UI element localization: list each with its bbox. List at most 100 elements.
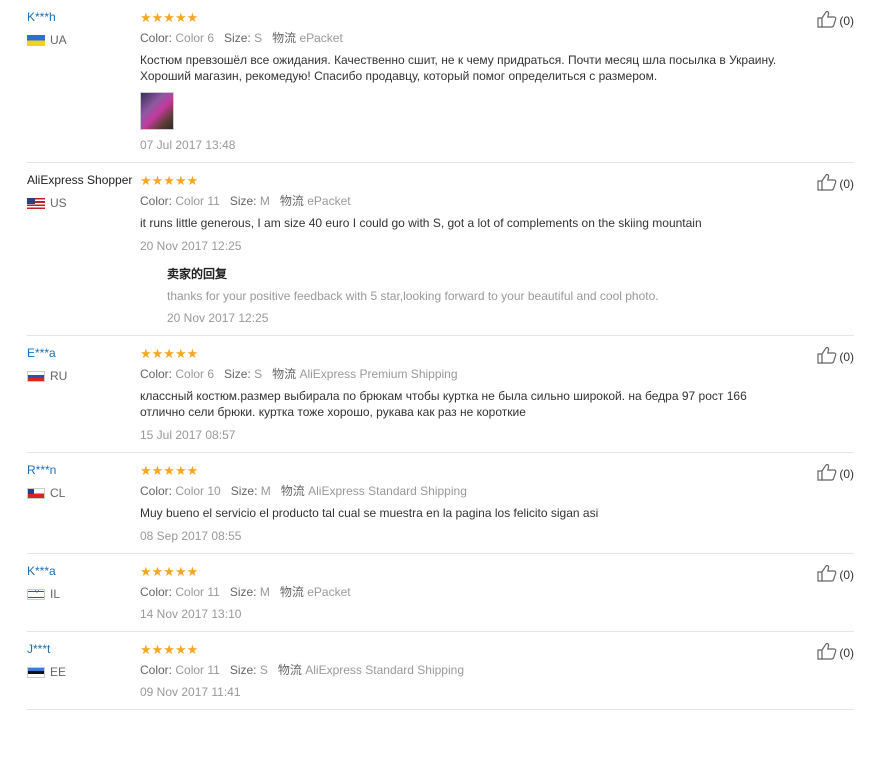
review-date: 15 Jul 2017 08:57 xyxy=(140,428,236,442)
country-flag-icon xyxy=(27,588,45,600)
order-info: Color: Color 11 Size: M 物流 ePacket xyxy=(140,194,794,208)
rating-stars: ★★★★★ xyxy=(140,346,199,361)
country-flag-icon xyxy=(27,666,45,678)
shipping-label: 物流 xyxy=(277,663,302,677)
size-label: Size: xyxy=(230,484,258,498)
reviewer-country: EE xyxy=(27,665,139,679)
shipping-label: 物流 xyxy=(279,194,304,208)
review-item: R***n CL ★★★★★ Color: Color 10 Size: M 物流 Ali… xyxy=(27,453,854,554)
reviewer-name[interactable]: R***n xyxy=(27,463,139,477)
review-date: 08 Sep 2017 08:55 xyxy=(140,529,242,543)
rating-stars: ★★★★★ xyxy=(140,463,199,478)
size-value: M xyxy=(259,194,270,208)
size-label: Size: xyxy=(224,367,251,381)
color-label: Color: xyxy=(140,367,173,381)
shipping-label: 物流 xyxy=(272,367,297,381)
color-label: Color: xyxy=(140,484,173,498)
shipping-value: ePacket xyxy=(299,31,343,45)
order-info: Color: Color 6 Size: S 物流 AliExpress Premi… xyxy=(140,367,794,381)
helpful-button[interactable]: (0) xyxy=(817,10,854,31)
color-value: Color 11 xyxy=(175,585,220,599)
country-code: IL xyxy=(50,587,61,601)
helpful-button[interactable]: (0) xyxy=(817,463,854,484)
review-text: классный костюм.размер выбирала по брюка… xyxy=(140,389,747,419)
reviewer-info: E***a RU xyxy=(27,346,139,383)
helpful-button[interactable]: (0) xyxy=(817,173,854,194)
size-label: Size: xyxy=(229,663,257,677)
shipping-value: ePacket xyxy=(307,585,351,599)
review-body: ★★★★★ Color: Color 6 Size: S 物流 ePacket Кост… xyxy=(140,0,854,162)
reviewer-country: UA xyxy=(27,33,139,47)
helpful-count: (0) xyxy=(839,466,854,481)
size-value: M xyxy=(260,484,271,498)
review-body: ★★★★★ Color: Color 11 Size: S 物流 AliExpress… xyxy=(140,632,854,709)
review-body: ★★★★★ Color: Color 11 Size: M 物流 ePacket 14 … xyxy=(140,554,854,631)
reviewer-name[interactable]: J***t xyxy=(27,642,139,656)
order-info: Color: Color 11 Size: M 物流 ePacket xyxy=(140,585,794,599)
review-item: J***t EE ★★★★★ Color: Color 11 Size: S 物流 Ali… xyxy=(27,632,854,710)
reviewer-info: AliExpress Shopper US xyxy=(27,173,139,210)
thumbs-up-icon xyxy=(817,463,839,484)
color-value: Color 6 xyxy=(175,31,215,45)
country-code: US xyxy=(50,196,67,210)
review-item: K***a IL ★★★★★ Color: Color 11 Size: M 物流 ePa… xyxy=(27,554,854,632)
review-body: ★★★★★ Color: Color 6 Size: S 物流 AliExpress … xyxy=(140,336,854,452)
shipping-label: 物流 xyxy=(279,585,304,599)
reviewer-country: CL xyxy=(27,486,139,500)
color-label: Color: xyxy=(140,585,173,599)
helpful-button[interactable]: (0) xyxy=(817,642,854,663)
rating-stars: ★★★★★ xyxy=(140,10,199,25)
reviewer-country: IL xyxy=(27,587,139,601)
helpful-button[interactable]: (0) xyxy=(817,564,854,585)
color-value: Color 6 xyxy=(175,367,215,381)
review-text: Muy bueno el servicio el producto tal cu… xyxy=(140,506,599,520)
order-info: Color: Color 10 Size: M 物流 AliExpress Stan… xyxy=(140,484,794,498)
review-date: 07 Jul 2017 13:48 xyxy=(140,138,236,152)
helpful-count: (0) xyxy=(839,176,854,191)
country-code: UA xyxy=(50,33,67,47)
review-photo[interactable] xyxy=(140,92,174,130)
shipping-value: AliExpress Standard Shipping xyxy=(308,484,467,498)
reviewer-name[interactable]: K***a xyxy=(27,564,139,578)
review-item: K***h UA ★★★★★ Color: Color 6 Size: S 物流 ePac… xyxy=(27,0,854,163)
rating-stars: ★★★★★ xyxy=(140,642,199,657)
reviewer-name[interactable]: K***h xyxy=(27,10,139,24)
size-label: Size: xyxy=(229,585,257,599)
shipping-value: AliExpress Standard Shipping xyxy=(305,663,464,677)
country-flag-icon xyxy=(27,197,45,209)
size-value: M xyxy=(259,585,270,599)
order-info: Color: Color 11 Size: S 物流 AliExpress Stan… xyxy=(140,663,794,677)
review-date: 09 Nov 2017 11:41 xyxy=(140,685,241,699)
review-body: ★★★★★ Color: Color 10 Size: M 物流 AliExpress… xyxy=(140,453,854,553)
shipping-label: 物流 xyxy=(272,31,297,45)
seller-reply-title: 卖家的回复 xyxy=(167,267,228,281)
review-item: E***a RU ★★★★★ Color: Color 6 Size: S 物流 AliE… xyxy=(27,336,854,453)
color-value: Color 10 xyxy=(175,484,221,498)
size-value: S xyxy=(254,367,263,381)
color-value: Color 11 xyxy=(175,194,220,208)
country-code: RU xyxy=(50,369,68,383)
reviewer-name[interactable]: E***a xyxy=(27,346,139,360)
size-value: S xyxy=(259,663,268,677)
thumbs-up-icon xyxy=(817,346,839,367)
shipping-value: AliExpress Premium Shipping xyxy=(299,367,458,381)
helpful-count: (0) xyxy=(839,349,854,364)
helpful-count: (0) xyxy=(839,13,854,28)
country-flag-icon xyxy=(27,34,45,46)
helpful-count: (0) xyxy=(839,645,854,660)
seller-reply-text: thanks for your positive feedback with 5… xyxy=(167,289,659,303)
thumbs-up-icon xyxy=(817,10,839,31)
seller-reply: 卖家的回复 thanks for your positive feedback w… xyxy=(167,265,794,335)
size-label: Size: xyxy=(224,31,251,45)
helpful-button[interactable]: (0) xyxy=(817,346,854,367)
rating-stars: ★★★★★ xyxy=(140,173,199,188)
shipping-value: ePacket xyxy=(307,194,351,208)
thumbs-up-icon xyxy=(817,564,839,585)
reviewer-info: K***h UA xyxy=(27,10,139,47)
seller-reply-date: 20 Nov 2017 12:25 xyxy=(167,311,269,325)
color-value: Color 11 xyxy=(175,663,220,677)
reviewer-country: RU xyxy=(27,369,139,383)
review-text: it runs little generous, I am size 40 eu… xyxy=(140,216,702,230)
size-label: Size: xyxy=(229,194,257,208)
thumbs-up-icon xyxy=(817,173,839,194)
